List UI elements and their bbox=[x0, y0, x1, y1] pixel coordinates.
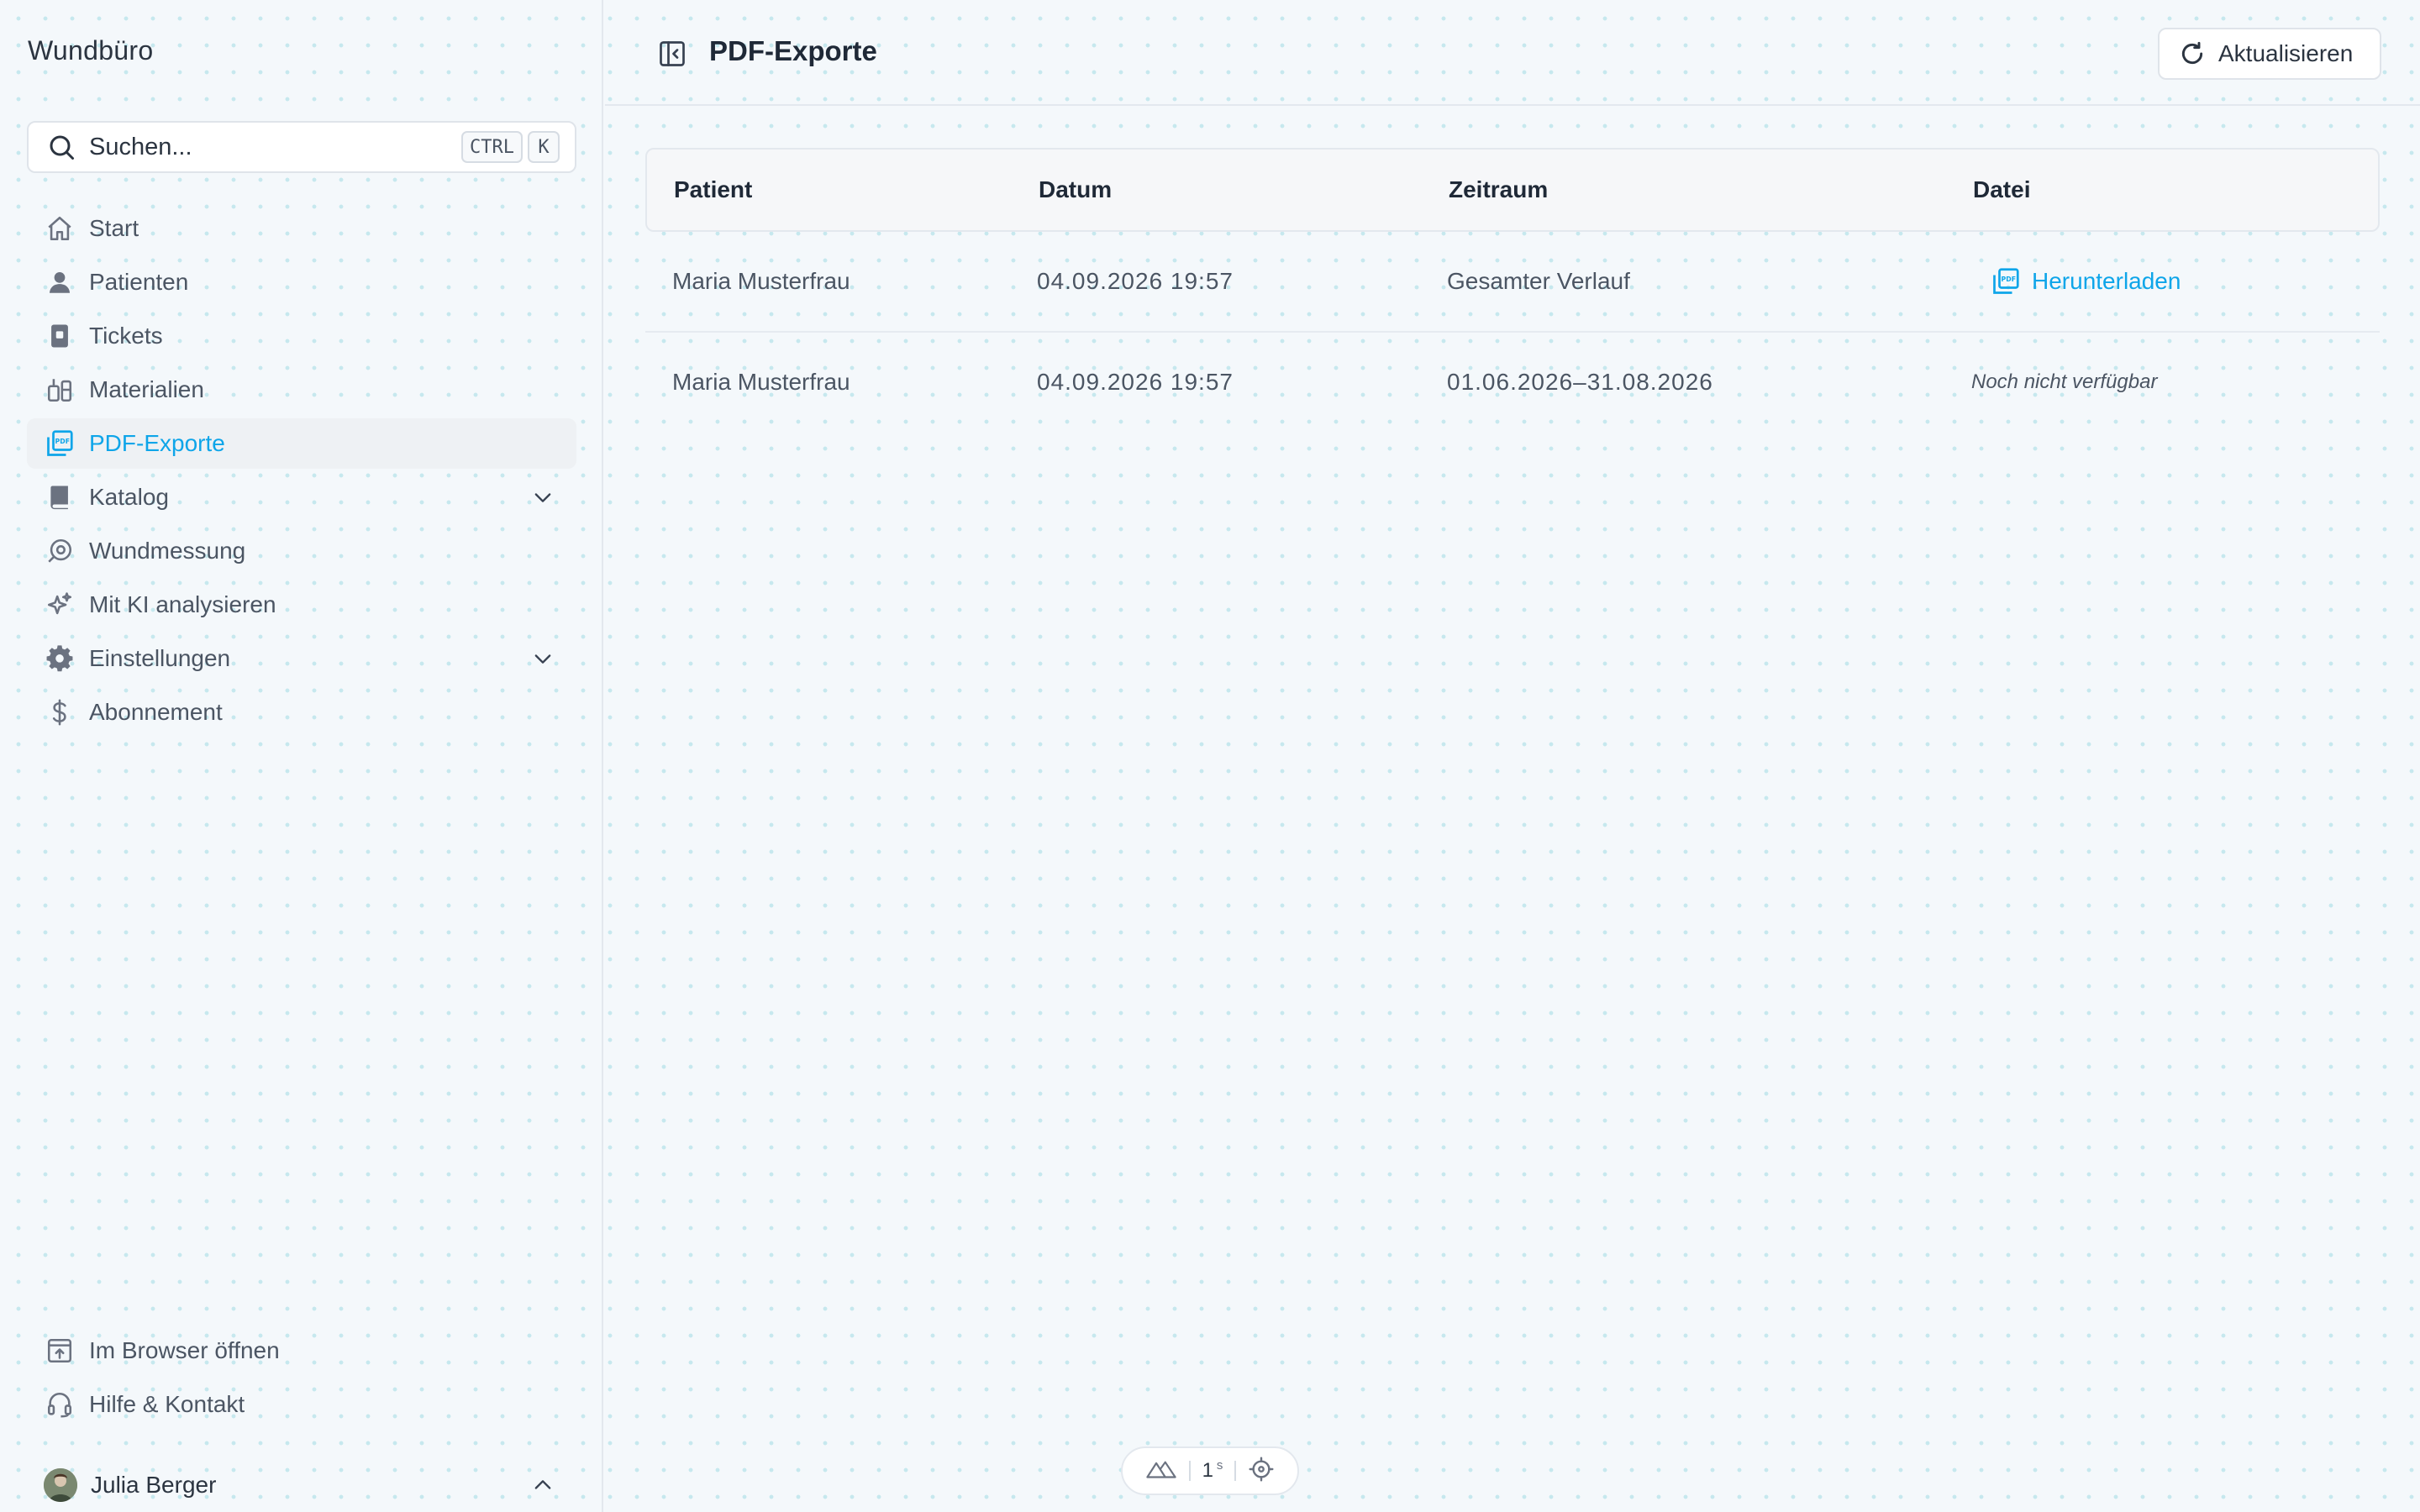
page-title: PDF-Exporte bbox=[709, 35, 877, 66]
status-unit: s bbox=[1216, 1457, 1223, 1473]
chevron-down-icon[interactable] bbox=[529, 484, 556, 511]
crosshair-icon[interactable] bbox=[1248, 1456, 1275, 1487]
measure-icon bbox=[44, 535, 76, 567]
sidebar-item-label: Einstellungen bbox=[89, 645, 231, 671]
mountain-icon[interactable] bbox=[1145, 1458, 1177, 1484]
sidebar-item-label: Hilfe & Kontakt bbox=[89, 1391, 245, 1417]
sidebar-item-einstellungen[interactable]: Einstellungen bbox=[27, 633, 576, 684]
cell-patient: Maria Musterfrau bbox=[672, 268, 850, 294]
sidebar-item-label: Start bbox=[89, 215, 139, 241]
top-bar: PDF-Exporte Aktualisieren bbox=[605, 0, 2420, 106]
pdf-icon: PDF bbox=[44, 428, 76, 459]
open-browser-icon bbox=[44, 1335, 76, 1367]
status-indicator: 1 s bbox=[1121, 1446, 1299, 1495]
column-header-zeitraum[interactable]: Zeitraum bbox=[1449, 150, 1548, 230]
exports-table: Patient Datum Zeitraum Datei Maria Muste… bbox=[645, 148, 2380, 432]
divider bbox=[1188, 1461, 1191, 1481]
avatar bbox=[44, 1468, 77, 1502]
sidebar-item-materialien[interactable]: Materialien bbox=[27, 365, 576, 415]
ticket-icon bbox=[44, 320, 76, 352]
cell-zeitraum: 01.06.2026–31.08.2026 bbox=[1447, 369, 1713, 395]
app-title: Wundbüro bbox=[28, 35, 154, 66]
refresh-icon bbox=[2178, 39, 2207, 68]
column-header-patient[interactable]: Patient bbox=[674, 150, 752, 230]
sparkles-icon bbox=[44, 589, 76, 621]
sidebar-item-label: Mit KI analysieren bbox=[89, 591, 276, 617]
sidebar-toggle-icon[interactable] bbox=[655, 37, 689, 71]
materials-icon bbox=[44, 374, 76, 406]
download-label: Herunterladen bbox=[2032, 268, 2181, 294]
user-menu[interactable]: Julia Berger bbox=[27, 1460, 576, 1510]
cell-datum: 04.09.2026 19:57 bbox=[1037, 268, 1234, 294]
sidebar-item-wundmessung[interactable]: Wundmessung bbox=[27, 526, 576, 576]
refresh-button[interactable]: Aktualisieren bbox=[2158, 28, 2381, 80]
chevron-up-icon[interactable] bbox=[529, 1472, 556, 1499]
dollar-icon bbox=[44, 696, 76, 728]
download-link[interactable]: PDF Herunterladen bbox=[1990, 232, 2181, 331]
shortcut-k-key: K bbox=[528, 131, 560, 163]
headset-icon bbox=[44, 1389, 76, 1420]
sidebar-item-label: Im Browser öffnen bbox=[89, 1337, 280, 1363]
sidebar-item-hilfe[interactable]: Hilfe & Kontakt bbox=[27, 1379, 576, 1430]
pdf-icon: PDF bbox=[1990, 265, 2022, 297]
sidebar-item-label: Wundmessung bbox=[89, 538, 246, 564]
sidebar-item-open-browser[interactable]: Im Browser öffnen bbox=[27, 1326, 576, 1376]
cell-datum: 04.09.2026 19:57 bbox=[1037, 369, 1234, 395]
gear-icon bbox=[44, 643, 76, 675]
refresh-label: Aktualisieren bbox=[2218, 40, 2354, 66]
cell-not-available: Noch nicht verfügbar bbox=[1971, 370, 2158, 393]
home-icon bbox=[44, 213, 76, 244]
sidebar-item-label: Tickets bbox=[89, 323, 163, 349]
shortcut-ctrl-key: CTRL bbox=[461, 131, 523, 163]
sidebar-item-start[interactable]: Start bbox=[27, 203, 576, 254]
svg-text:PDF: PDF bbox=[2002, 276, 2017, 283]
sidebar-item-label: Patienten bbox=[89, 269, 189, 295]
sidebar-item-patienten[interactable]: Patienten bbox=[27, 257, 576, 307]
sidebar-item-ki-analyse[interactable]: Mit KI analysieren bbox=[27, 580, 576, 630]
status-value: 1 bbox=[1202, 1459, 1213, 1482]
table-header: Patient Datum Zeitraum Datei bbox=[645, 148, 2380, 232]
main-content: PDF-Exporte Aktualisieren Patient Datum … bbox=[605, 0, 2420, 1512]
user-icon bbox=[44, 266, 76, 298]
search-icon bbox=[45, 131, 77, 163]
column-header-datum[interactable]: Datum bbox=[1039, 150, 1112, 230]
table-row: Maria Musterfrau 04.09.2026 19:57 01.06.… bbox=[645, 333, 2380, 432]
sidebar-item-label: Materialien bbox=[89, 376, 204, 402]
search-input[interactable]: Suchen... CTRL K bbox=[27, 121, 576, 173]
chevron-down-icon[interactable] bbox=[529, 645, 556, 672]
sidebar-item-label: PDF-Exporte bbox=[89, 430, 225, 456]
cell-patient: Maria Musterfrau bbox=[672, 369, 850, 395]
table-row: Maria Musterfrau 04.09.2026 19:57 Gesamt… bbox=[645, 232, 2380, 333]
sidebar-item-abonnement[interactable]: Abonnement bbox=[27, 687, 576, 738]
sidebar-item-pdf-exporte[interactable]: PDF PDF-Exporte bbox=[27, 418, 576, 469]
user-name: Julia Berger bbox=[91, 1472, 217, 1498]
sidebar: Wundbüro Suchen... CTRL K Start Patiente… bbox=[0, 0, 603, 1512]
sidebar-item-katalog[interactable]: Katalog bbox=[27, 472, 576, 522]
column-header-datei[interactable]: Datei bbox=[1973, 150, 2030, 230]
book-icon bbox=[44, 481, 76, 513]
divider bbox=[1234, 1461, 1237, 1481]
sidebar-item-label: Katalog bbox=[89, 484, 169, 510]
cell-zeitraum: Gesamter Verlauf bbox=[1447, 268, 1630, 294]
svg-text:PDF: PDF bbox=[55, 438, 71, 445]
sidebar-item-tickets[interactable]: Tickets bbox=[27, 311, 576, 361]
search-placeholder: Suchen... bbox=[89, 133, 192, 160]
sidebar-item-label: Abonnement bbox=[89, 699, 223, 725]
